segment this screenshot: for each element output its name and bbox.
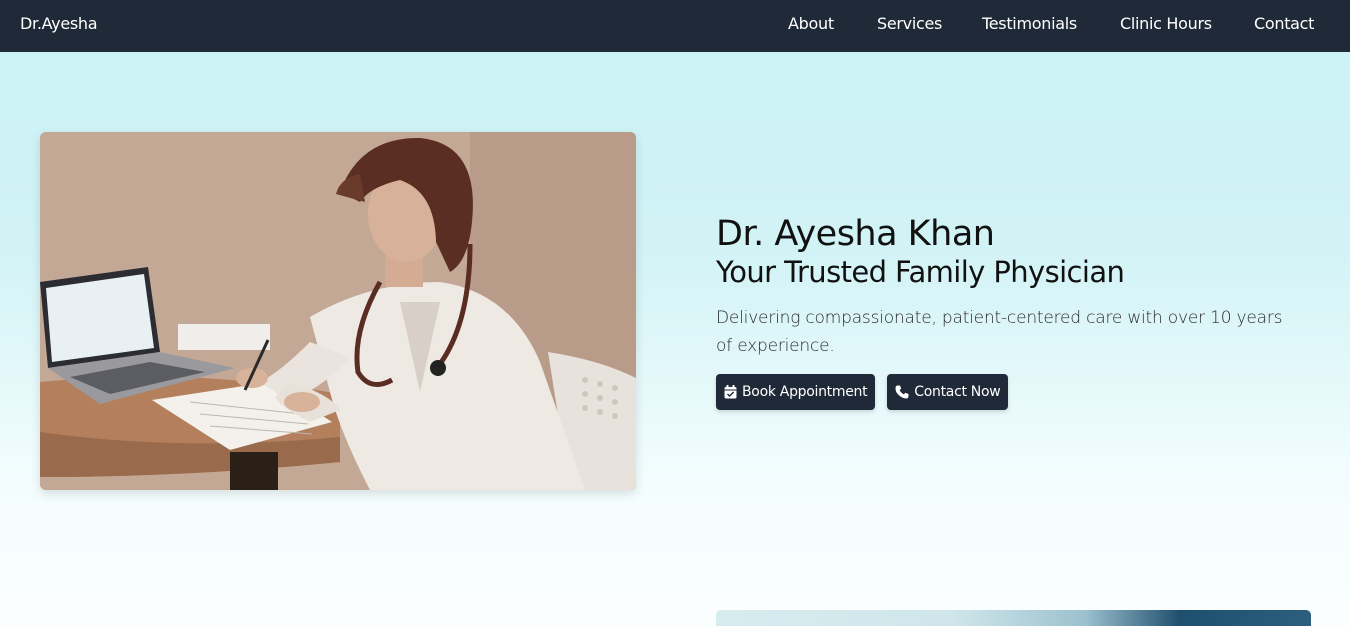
hero-description: Delivering compassionate, patient-center… [716, 308, 1283, 356]
calendar-check-icon [724, 385, 737, 399]
phone-icon [895, 385, 909, 399]
hero-text: Dr. Ayesha Khan Your Trusted Family Phys… [716, 214, 1316, 410]
nav-link-testimonials[interactable]: Testimonials [982, 14, 1077, 33]
top-navbar: Dr.Ayesha About Services Testimonials Cl… [0, 0, 1350, 52]
nav-link-services[interactable]: Services [877, 14, 942, 33]
secondary-photo [716, 610, 1311, 626]
book-appointment-button[interactable]: Book Appointment [716, 374, 876, 410]
contact-now-label: Contact Now [914, 384, 1001, 400]
doctor-name-heading: Dr. Ayesha Khan [716, 214, 995, 254]
nav-link-contact[interactable]: Contact [1254, 14, 1314, 33]
nav-link-about[interactable]: About [788, 14, 834, 33]
nav-links: About Services Testimonials Clinic Hours… [0, 14, 1350, 38]
nav-link-clinic-hours[interactable]: Clinic Hours [1120, 14, 1212, 33]
book-appointment-label: Book Appointment [742, 384, 868, 400]
doctor-photo [40, 132, 636, 490]
hero-buttons: Book Appointment Contact Now [716, 374, 1316, 410]
tagline-heading: Your Trusted Family Physician [716, 255, 1125, 289]
contact-now-button[interactable]: Contact Now [887, 374, 1009, 410]
